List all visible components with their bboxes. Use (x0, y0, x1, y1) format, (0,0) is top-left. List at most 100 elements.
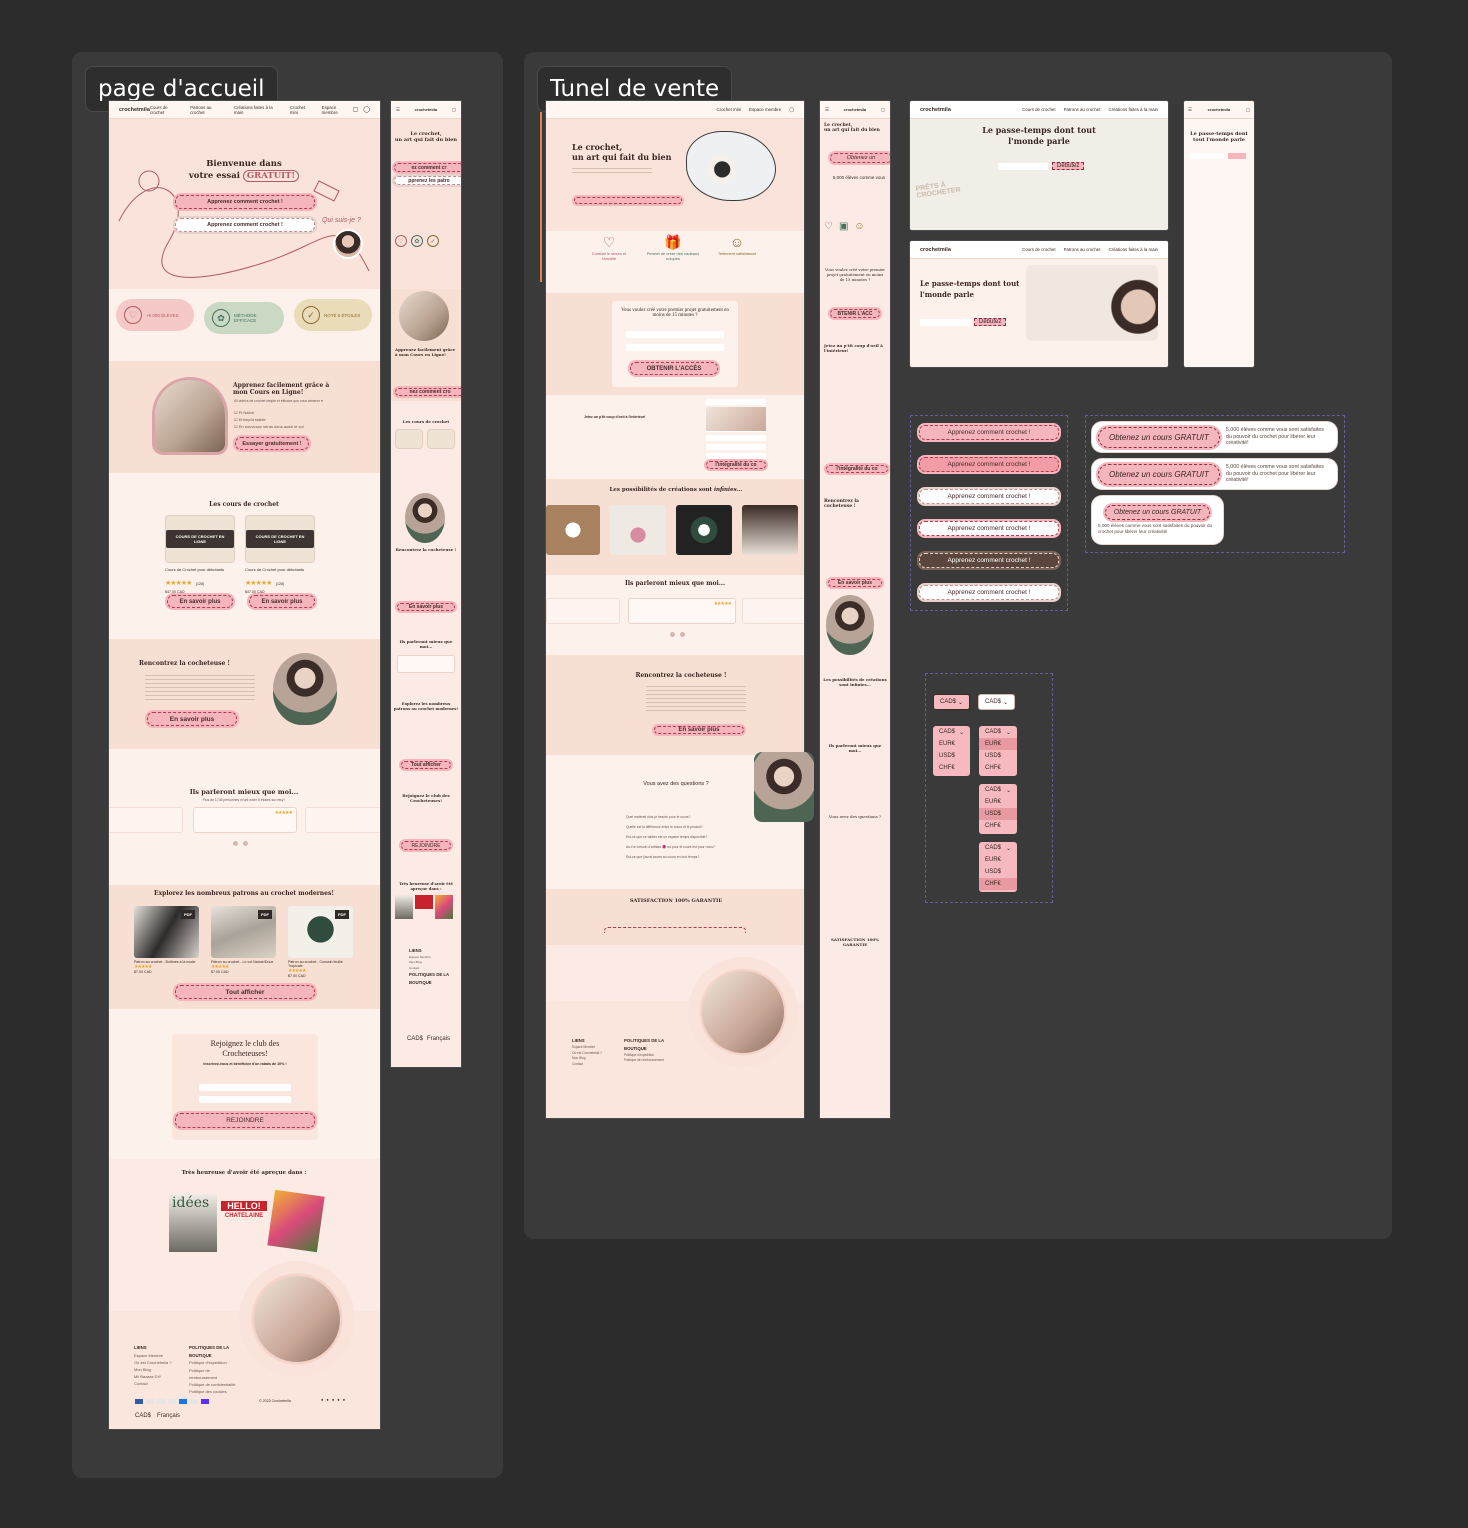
currency-option[interactable]: CHF€ (979, 820, 1017, 832)
funnel-reviews-pagination[interactable] (670, 632, 685, 637)
currency-option[interactable]: CHF€ (979, 762, 1017, 774)
variant-1-cta[interactable]: Débutez (1052, 162, 1085, 170)
mobile-hero-cta-2[interactable]: pprenez les patro (394, 176, 461, 185)
footer-link-1[interactable]: Où est Crochetmila ? (134, 1360, 172, 1365)
footer-link-3[interactable]: Mil Bazaaz DIY (134, 1374, 161, 1379)
instagram-icon[interactable]: ● (337, 1397, 339, 1402)
currency-option[interactable]: USD$ (979, 866, 1017, 878)
mobile-meet-more[interactable]: En savoir plus (397, 603, 455, 611)
btn-variant-white[interactable]: Apprenez comment crochet ! (919, 489, 1059, 504)
user-icon[interactable]: ◯ (363, 106, 370, 113)
funnel-mobile-cta[interactable]: Obtenez un (830, 153, 890, 163)
offer-btn-1[interactable]: Obtenez un cours GRATUIT (1098, 426, 1220, 448)
variant-mobile-input[interactable] (1190, 153, 1224, 159)
pattern-card-2[interactable]: PDF Patron au crochet - Le col Nature/Do… (211, 906, 276, 974)
get-access-button[interactable]: OBTENIR L'ACCÈS (630, 362, 718, 375)
funnel-meet-more[interactable]: En savoir plus (654, 726, 744, 734)
try-free-button[interactable]: Essayer gratuitement ! (235, 437, 309, 450)
reviews-pagination[interactable] (233, 841, 248, 846)
currency-option[interactable]: USD$ (933, 750, 970, 762)
course-card-2[interactable]: COURS DE CROCHET EN LIGNE Cours de Croch… (245, 515, 315, 594)
nav-courses[interactable]: Cours de crochet (150, 105, 182, 115)
variant-2-input[interactable] (920, 319, 972, 326)
club-name-field[interactable] (199, 1084, 291, 1091)
currency-dropdown-open-1[interactable]: CAD$ ⌄ EUR€ USD$ CHF€ (933, 726, 970, 776)
currency-option[interactable]: EUR€ (979, 796, 1017, 808)
hero-cta-secondary[interactable]: Apprenez comment crochet ! (175, 218, 315, 232)
currency-option[interactable]: CHF€ (933, 762, 970, 774)
currency-select-closed-dark[interactable]: CAD$ ⌄ (933, 694, 970, 710)
mobile-learn-cta[interactable]: nez comment cro (395, 388, 461, 396)
course-card-1[interactable]: COURS DE CROCHET EN LIGNE Cours de Croch… (165, 515, 235, 594)
btn-variant-pink[interactable]: Apprenez comment crochet ! (919, 425, 1059, 440)
mobile-hero-cta-1[interactable]: ez comment cr (394, 163, 461, 172)
offer-card-2[interactable]: Obtenez un cours GRATUIT 5,000 élèves co… (1092, 459, 1337, 489)
footer-link-0[interactable]: Espace Membre (134, 1353, 163, 1358)
funnel-nav-space[interactable]: Espace membre (749, 107, 781, 112)
footer-link-4[interactable]: Contact (134, 1381, 148, 1386)
offer-btn-2[interactable]: Obtenez un cours GRATUIT (1098, 463, 1220, 485)
currency-option[interactable]: USD$ (979, 750, 1017, 762)
offer-card-3[interactable]: Obtenez un cours GRATUIT 5,000 élèves co… (1092, 496, 1223, 544)
logo[interactable]: crochetmila (119, 107, 150, 113)
mobile-language[interactable]: Français (427, 1036, 450, 1042)
facebook-icon[interactable]: ● (321, 1397, 323, 1402)
btn-variant-outline[interactable]: Apprenez comment crochet ! (919, 521, 1059, 536)
mobile-logo[interactable]: crochetmila (415, 107, 437, 112)
currency-select[interactable]: CAD$ (135, 1413, 151, 1419)
faq-item-1[interactable]: Quelle est la différence entre le cours … (626, 823, 726, 833)
btn-variant-dark[interactable]: Apprenez comment crochet ! (919, 553, 1059, 568)
funnel-hero-cta[interactable] (574, 197, 682, 204)
funnel-mobile-access[interactable]: BTENIR L'ACC (830, 309, 880, 318)
mobile-course-1[interactable] (395, 429, 423, 449)
footer-policy-2[interactable]: Politique de confidentialité (189, 1382, 235, 1387)
mobile-cart-icon[interactable]: ▢ (452, 107, 456, 113)
currency-dropdown-open-3[interactable]: CAD$ ⌄ EUR€ USD$ CHF€ (979, 784, 1017, 834)
funnel-mobile-logo[interactable]: crochetmila (844, 107, 866, 112)
offer-card-1[interactable]: Obtenez un cours GRATUIT 5,000 élèves co… (1092, 422, 1337, 452)
youtube-icon[interactable]: ● (343, 1397, 345, 1402)
nav-patterns[interactable]: Patrons au crochet (190, 105, 226, 115)
offer-btn-3[interactable]: Obtenez un cours GRATUIT (1104, 505, 1211, 521)
nav-space[interactable]: Espace membre (322, 105, 353, 115)
mobile-show-all[interactable]: Tout afficher (401, 761, 451, 769)
mobile-course-2[interactable] (427, 429, 455, 449)
faq-item-0[interactable]: Quel matériel dois-je besoin pour le cou… (626, 813, 726, 823)
show-all-button[interactable]: Tout afficher (175, 985, 315, 999)
currency-dropdown-open-4[interactable]: CAD$ ⌄ EUR€ USD$ CHF€ (979, 842, 1017, 892)
faq-item-2[interactable]: Est-ce que ce tablier est un espace temp… (626, 833, 726, 843)
funnel-mobile-cart-icon[interactable]: ▢ (881, 107, 885, 113)
hero-cta-primary[interactable]: Apprenez comment crochet ! (175, 195, 315, 209)
pattern-card-1[interactable]: PDF Patron au crochet - Bottines à la mo… (134, 906, 199, 974)
nav-tiny[interactable]: Crochet mini (290, 105, 314, 115)
variant-2-logo[interactable]: crochetmila (920, 247, 951, 253)
currency-option[interactable]: CHF€ (979, 878, 1017, 890)
variant-2-cta[interactable]: Débutez (974, 318, 1007, 326)
currency-option[interactable]: EUR€ (979, 738, 1017, 750)
faq-item-3[interactable]: As-t'on besoin d'artisan 🧶 ou pour le co… (626, 843, 726, 853)
cart-icon[interactable]: ▢ (353, 106, 359, 113)
funnel-nav-tiny[interactable]: Crochet mini (716, 107, 741, 112)
variant-1-logo[interactable]: crochetmila (920, 107, 951, 113)
join-button[interactable]: REJOINDRE (175, 1113, 315, 1128)
currency-select-closed[interactable]: CAD$ ⌄ (978, 694, 1015, 710)
currency-option[interactable]: EUR€ (933, 738, 970, 750)
funnel-mobile-full[interactable]: l'intégralité du co (826, 465, 888, 473)
mobile-currency[interactable]: CAD$ (407, 1036, 423, 1042)
form-name[interactable] (626, 331, 724, 338)
pinterest-icon[interactable]: ● (326, 1397, 328, 1402)
funnel-user-icon[interactable]: ◯ (789, 107, 794, 113)
tiktok-icon[interactable]: ● (332, 1397, 334, 1402)
currency-dropdown-open-2[interactable]: CAD$ ⌄ EUR€ USD$ CHF€ (979, 726, 1017, 776)
btn-variant-white-2[interactable]: Apprenez comment crochet ! (919, 585, 1059, 600)
preview-full-button[interactable]: l'intégralité du co (706, 461, 766, 469)
footer-policy-3[interactable]: Politique des cookies (189, 1389, 227, 1394)
variant-mobile-cta[interactable] (1228, 153, 1246, 159)
faq-item-4[interactable]: Est-ce que j'aurai accès au cours en tou… (626, 853, 726, 863)
currency-option[interactable]: EUR€ (979, 854, 1017, 866)
footer-policy-1[interactable]: Politique de remboursement (189, 1368, 217, 1380)
footer-link-2[interactable]: Mon Blog (134, 1367, 151, 1372)
pattern-card-3[interactable]: PDF Patron au crochet - Coussin feuille … (288, 906, 353, 978)
mobile-join[interactable]: REJOINDRE (401, 841, 451, 850)
funnel-menu-icon[interactable]: ☰ (825, 107, 829, 113)
